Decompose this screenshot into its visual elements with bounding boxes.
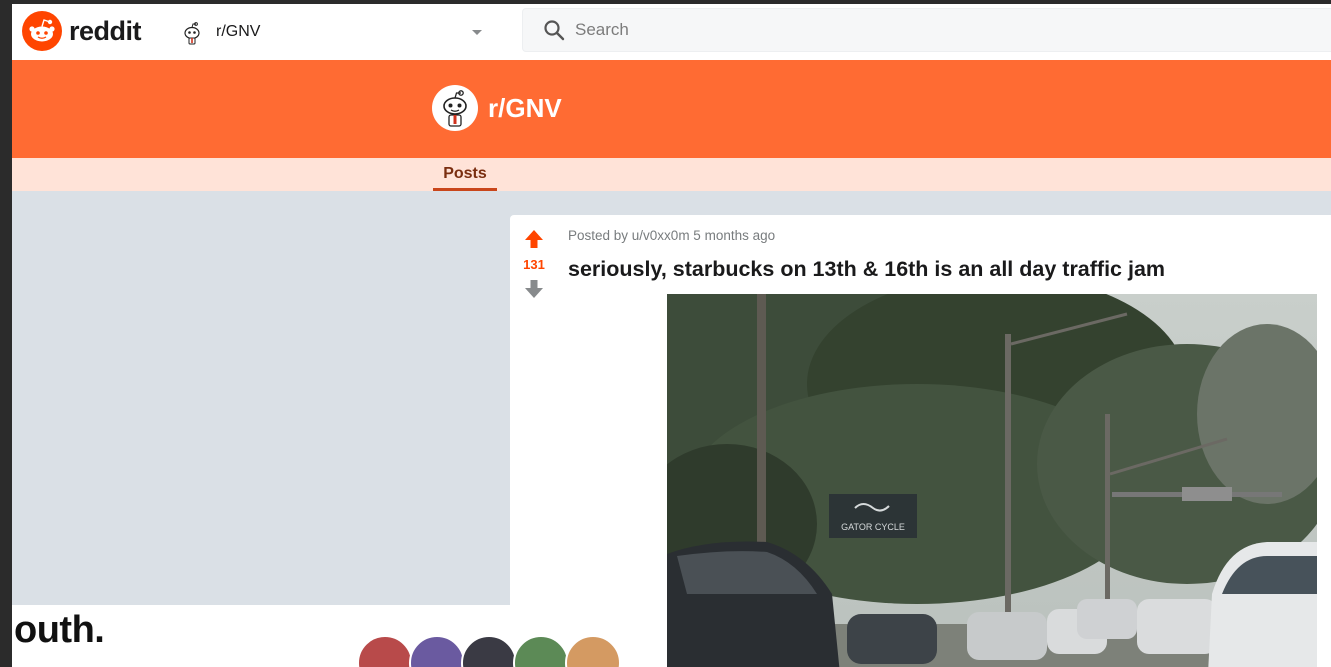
traffic-photo: GATOR CYCLE bbox=[667, 294, 1317, 667]
chevron-down-icon bbox=[472, 30, 482, 35]
community-name: r/GNV bbox=[216, 23, 261, 40]
search-input[interactable] bbox=[573, 19, 1177, 41]
community-title: r/GNV bbox=[488, 92, 562, 123]
reddit-home-link[interactable]: reddit bbox=[22, 11, 142, 51]
community-tab-bar: Posts bbox=[12, 158, 1331, 191]
avatar bbox=[461, 635, 517, 667]
community-avatar-icon bbox=[432, 85, 478, 131]
tab-posts[interactable]: Posts bbox=[433, 158, 497, 191]
reddit-logo-text: reddit bbox=[69, 15, 142, 46]
avatar-group bbox=[357, 635, 621, 667]
post-image[interactable]: GATOR CYCLE bbox=[667, 294, 1317, 667]
community-banner: r/GNV bbox=[12, 60, 1331, 158]
avatar bbox=[357, 635, 413, 667]
gator-cycle-sign: GATOR CYCLE bbox=[841, 522, 905, 532]
upvote-icon[interactable] bbox=[524, 229, 544, 249]
post-meta: Posted by u/v0xx0m 5 months ago bbox=[568, 228, 776, 243]
snoo-icon bbox=[178, 18, 206, 46]
community-dropdown[interactable]: r/GNV bbox=[178, 16, 488, 48]
overlay-panel: outh. bbox=[12, 605, 632, 667]
post-card[interactable]: 131 Posted by u/v0xx0m 5 months ago seri… bbox=[510, 215, 1331, 667]
post-title[interactable]: seriously, starbucks on 13th & 16th is a… bbox=[568, 257, 1165, 282]
top-header: reddit r/GNV bbox=[12, 4, 1331, 61]
community-header: r/GNV bbox=[432, 85, 562, 131]
avatar bbox=[565, 635, 621, 667]
search-icon bbox=[544, 20, 565, 41]
vote-count: 131 bbox=[523, 257, 545, 272]
search-bar[interactable] bbox=[522, 8, 1331, 52]
downvote-icon[interactable] bbox=[524, 279, 544, 299]
avatar bbox=[513, 635, 569, 667]
overlay-text: outh. bbox=[14, 609, 105, 651]
reddit-logo-icon bbox=[22, 11, 62, 51]
avatar bbox=[409, 635, 465, 667]
reddit-app: reddit r/GNV Search r/GNV Posts 131 Post… bbox=[12, 4, 1331, 667]
